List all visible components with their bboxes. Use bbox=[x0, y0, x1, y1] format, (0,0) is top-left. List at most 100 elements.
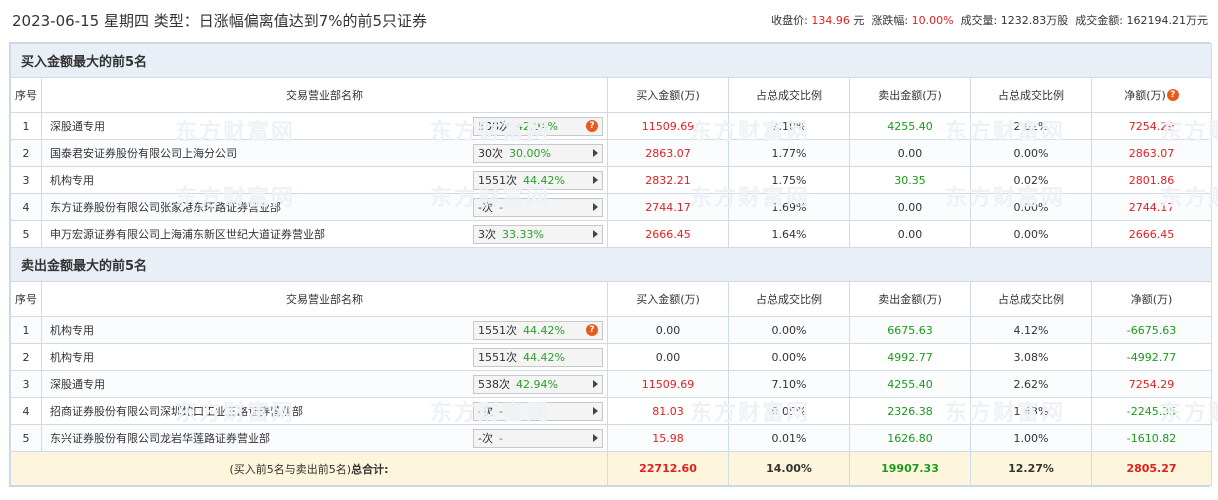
close-label: 收盘价: bbox=[771, 14, 808, 27]
table-row: 5 申万宏源证券有限公司上海浦东新区世纪大道证券营业部 3次 33.33% 2666.4… bbox=[10, 220, 1212, 248]
net-cell: -1610.82 bbox=[1091, 424, 1212, 452]
buy-ratio-cell: 0.00% bbox=[728, 316, 850, 344]
buy-cell: 0.00 bbox=[607, 316, 729, 344]
arrow-right-icon[interactable] bbox=[593, 149, 598, 157]
branch-name[interactable]: 东方证券股份有限公司张家港东环路证券营业部 bbox=[50, 199, 281, 215]
table-row: 4 招商证券股份有限公司深圳蛇口工业三路证券营业部 -次 -81.03 0.05% 232… bbox=[10, 397, 1212, 425]
branch-name[interactable]: 机构专用 bbox=[50, 322, 94, 338]
column-header-label: 买入金额(万) bbox=[636, 89, 700, 102]
total-label-prefix: (买入前5名与卖出前5名) bbox=[229, 462, 352, 476]
sell-cell: 1626.80 bbox=[849, 424, 971, 452]
appearance-count: 30次 bbox=[478, 147, 503, 160]
branch-name[interactable]: 机构专用 bbox=[50, 172, 94, 188]
column-header-buy: 买入金额(万) bbox=[607, 281, 729, 317]
net-cell: 7254.29 bbox=[1091, 370, 1212, 398]
net-cell: -6675.63 bbox=[1091, 316, 1212, 344]
column-header-sell-ratio: 占总成交比例 bbox=[970, 281, 1092, 317]
branch-stats-tag[interactable]: -次 - bbox=[473, 401, 603, 421]
sell-cell: 4992.77 bbox=[849, 343, 971, 371]
row-index: 5 bbox=[10, 424, 42, 452]
column-header-label: 交易营业部名称 bbox=[286, 89, 363, 102]
branch-name[interactable]: 东兴证券股份有限公司龙岩华莲路证券营业部 bbox=[50, 430, 270, 446]
sell-section-header: 卖出金额最大的前5名 bbox=[10, 247, 1212, 282]
success-rate: - bbox=[498, 404, 503, 418]
question-icon[interactable]: ? bbox=[586, 120, 598, 132]
appearance-count: 1551次 bbox=[478, 351, 517, 364]
row-index: 2 bbox=[10, 139, 42, 167]
branch-cell: 东方证券股份有限公司张家港东环路证券营业部 -次 - bbox=[41, 193, 608, 221]
branch-stats-tag[interactable]: 3次 33.33% bbox=[473, 224, 603, 244]
buy-cell: 0.00 bbox=[607, 343, 729, 371]
branch-stats-tag[interactable]: -次 - bbox=[473, 428, 603, 448]
column-header-label: 占总成交比例 bbox=[756, 293, 822, 306]
buy-ratio-cell: 1.64% bbox=[728, 220, 850, 248]
sell-ratio-cell: 0.00% bbox=[970, 193, 1092, 221]
branch-cell: 机构专用 1551次 44.42% bbox=[41, 166, 608, 194]
table-row: 3 机构专用 1551次 44.42% 2832.21 1.75% 30.35 0.02% 28… bbox=[10, 166, 1212, 194]
volume-value: 1232.83万股 bbox=[1000, 14, 1069, 27]
net-cell: 7254.29 bbox=[1091, 112, 1212, 140]
buy-ratio-cell: 1.69% bbox=[728, 193, 850, 221]
total-label-bold: 总合计: bbox=[351, 462, 389, 476]
buy-ratio-cell: 0.05% bbox=[728, 397, 850, 425]
sell-cell: 4255.40 bbox=[849, 370, 971, 398]
total-buy-ratio: 14.00% bbox=[728, 451, 850, 486]
branch-stats-tag[interactable]: 30次 30.00% bbox=[473, 143, 603, 163]
branch-wrap: 东方证券股份有限公司张家港东环路证券营业部 -次 - bbox=[50, 197, 603, 217]
sell-cell: 6675.63 bbox=[849, 316, 971, 344]
branch-name[interactable]: 国泰君安证券股份有限公司上海分公司 bbox=[50, 145, 237, 161]
column-header-name: 交易营业部名称 bbox=[41, 281, 608, 317]
branch-name[interactable]: 招商证券股份有限公司深圳蛇口工业三路证券营业部 bbox=[50, 403, 303, 419]
branch-cell: 深股通专用 538次 42.94%? bbox=[41, 112, 608, 140]
branch-stats-tag[interactable]: 538次 42.94%? bbox=[473, 116, 603, 136]
success-rate: - bbox=[498, 200, 503, 214]
question-icon[interactable]: ? bbox=[586, 324, 598, 336]
column-header-label: 占总成交比例 bbox=[998, 89, 1064, 102]
column-header-net: 净额(万)? bbox=[1091, 77, 1212, 113]
sell-cell: 0.00 bbox=[849, 220, 971, 248]
branch-stats-tag[interactable]: 1551次 44.42%? bbox=[473, 320, 603, 340]
appearance-count: 538次 bbox=[478, 120, 510, 133]
branch-stats-tag[interactable]: 1551次 44.42% bbox=[473, 347, 603, 367]
help-icon[interactable]: ? bbox=[1166, 89, 1179, 101]
row-index: 4 bbox=[10, 193, 42, 221]
buy-ratio-cell: 7.10% bbox=[728, 370, 850, 398]
branch-stats-tag[interactable]: -次 - bbox=[473, 197, 603, 217]
branch-stats-tag[interactable]: 1551次 44.42% bbox=[473, 170, 603, 190]
buy-cell: 11509.69 bbox=[607, 112, 729, 140]
column-header-label: 净额(万) bbox=[1124, 89, 1166, 102]
branch-name[interactable]: 机构专用 bbox=[50, 349, 94, 365]
column-header-buy-ratio: 占总成交比例 bbox=[728, 77, 850, 113]
arrow-right-icon[interactable] bbox=[593, 230, 598, 238]
branch-wrap: 机构专用 1551次 44.42% bbox=[50, 347, 603, 367]
section-title: 买入金额最大的前5名 bbox=[10, 43, 1212, 78]
branch-name[interactable]: 深股通专用 bbox=[50, 376, 105, 392]
arrow-right-icon[interactable] bbox=[593, 434, 598, 442]
table-row: 2 国泰君安证券股份有限公司上海分公司 30次 30.00% 2863.07 1.77% 0… bbox=[10, 139, 1212, 167]
arrow-right-icon[interactable] bbox=[593, 380, 598, 388]
arrow-right-icon[interactable] bbox=[593, 407, 598, 415]
appearance-count: 1551次 bbox=[478, 324, 517, 337]
sell-ratio-cell: 0.00% bbox=[970, 220, 1092, 248]
branch-name[interactable]: 申万宏源证券有限公司上海浦东新区世纪大道证券营业部 bbox=[50, 226, 325, 242]
column-header-label: 交易营业部名称 bbox=[286, 293, 363, 306]
column-header-net: 净额(万) bbox=[1091, 281, 1212, 317]
sell-cell: 4255.40 bbox=[849, 112, 971, 140]
row-index: 4 bbox=[10, 397, 42, 425]
column-header-label: 净额(万) bbox=[1130, 293, 1173, 306]
success-rate: 42.94% bbox=[516, 377, 558, 391]
column-header-buy: 买入金额(万) bbox=[607, 77, 729, 113]
column-header-row: 序号 交易营业部名称 买入金额(万) 占总成交比例 卖出金额(万) 占总成交比例 净额(万) bbox=[10, 281, 1212, 317]
table-row: 3 深股通专用 538次 42.94% 11509.69 7.10% 4255.40 2.62… bbox=[10, 370, 1212, 398]
branch-name[interactable]: 深股通专用 bbox=[50, 118, 105, 134]
branch-wrap: 深股通专用 538次 42.94%? bbox=[50, 116, 603, 136]
arrow-right-icon[interactable] bbox=[593, 203, 598, 211]
row-index: 1 bbox=[10, 316, 42, 344]
appearance-count: -次 bbox=[478, 201, 493, 214]
table-row: 1 机构专用 1551次 44.42%? 0.00 0.00% 6675.63 4.12% -6… bbox=[10, 316, 1212, 344]
arrow-right-icon[interactable] bbox=[593, 176, 598, 184]
sell-cell: 0.00 bbox=[849, 139, 971, 167]
branch-stats-tag[interactable]: 538次 42.94% bbox=[473, 374, 603, 394]
net-cell: 2801.86 bbox=[1091, 166, 1212, 194]
row-index: 2 bbox=[10, 343, 42, 371]
